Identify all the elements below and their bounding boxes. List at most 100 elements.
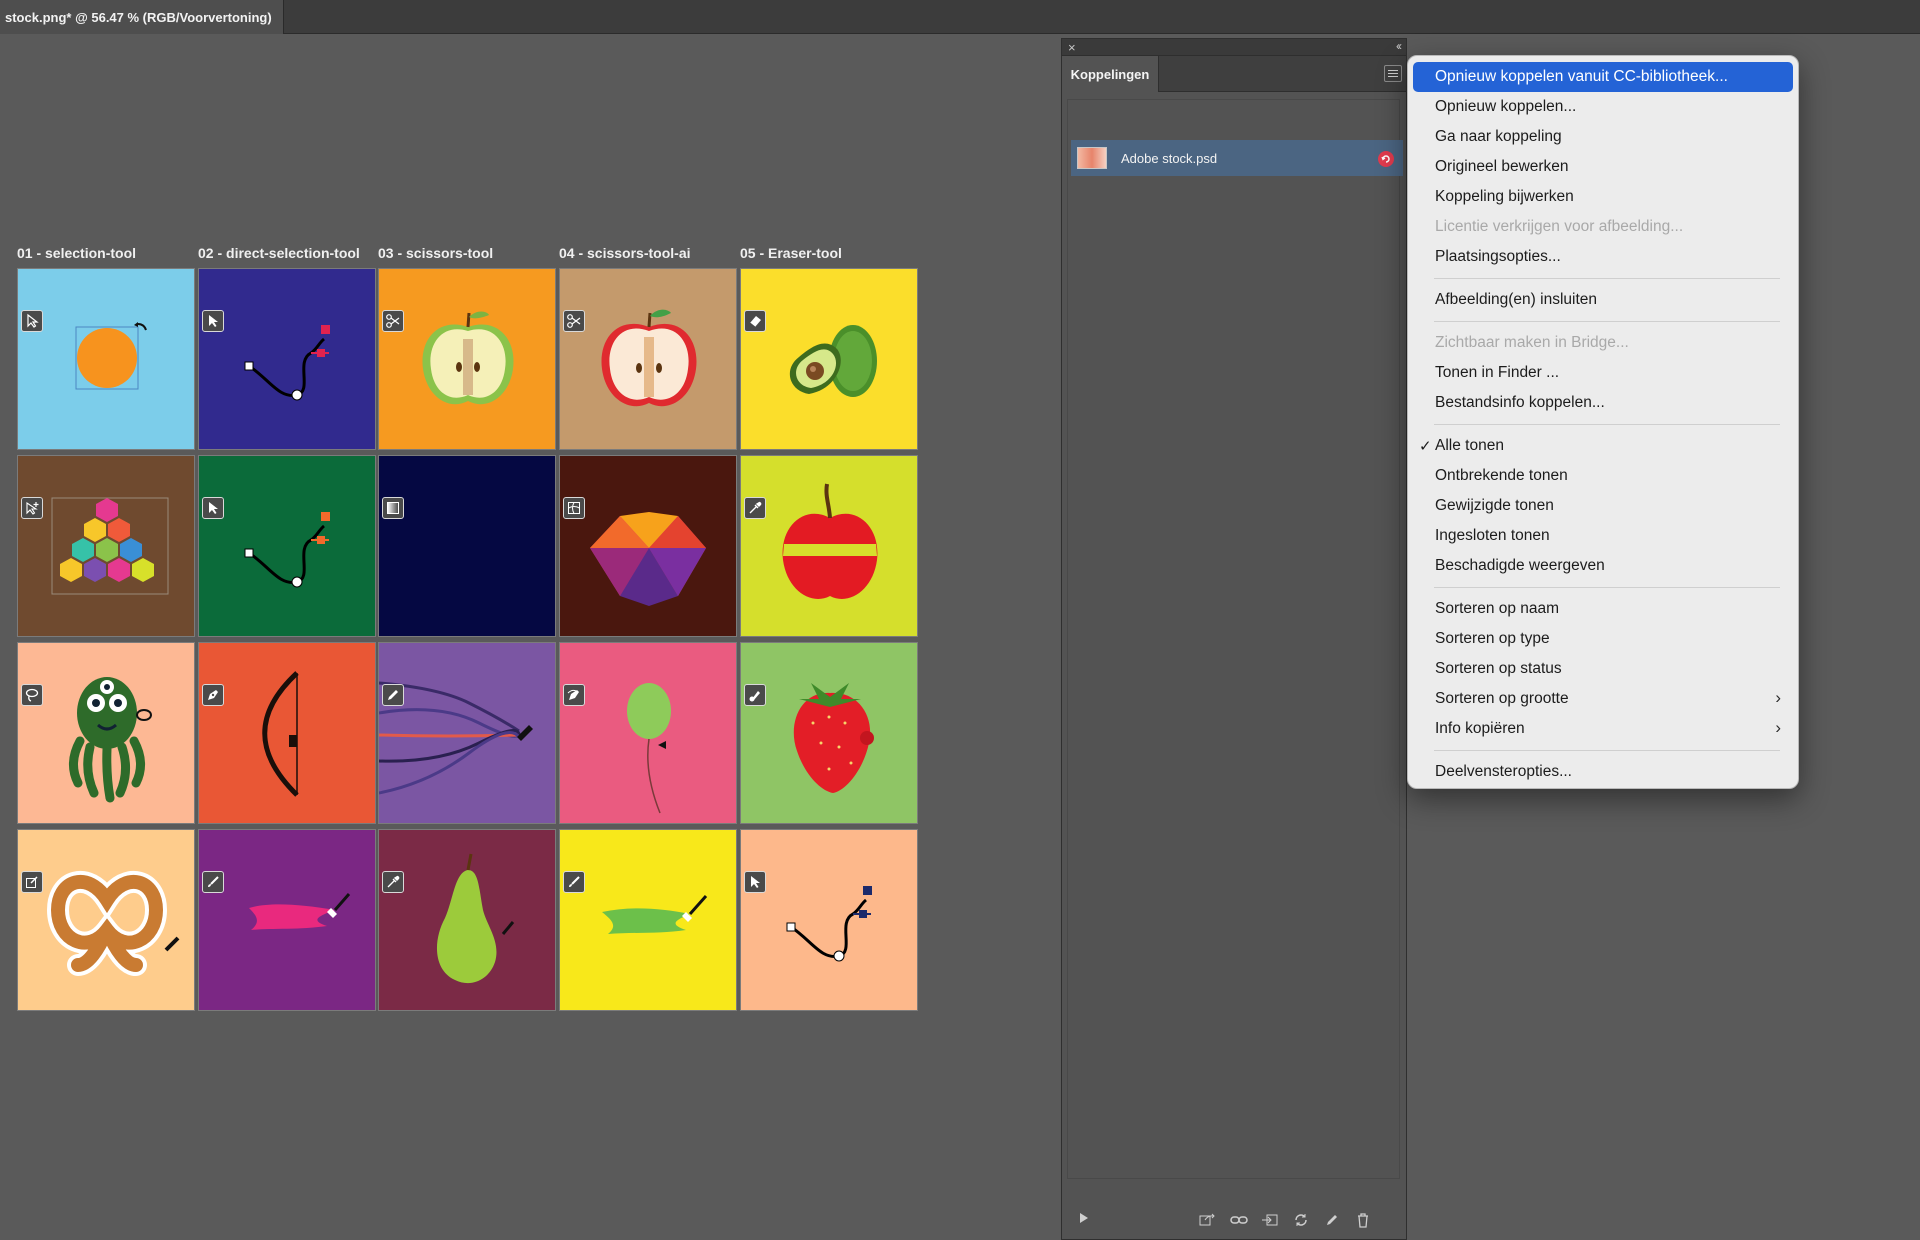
tile-eyedropper-apple[interactable] bbox=[740, 455, 918, 637]
pretzel-illustration bbox=[46, 870, 180, 976]
menu-separator bbox=[1434, 321, 1780, 322]
tile-paintbrush-green[interactable] bbox=[559, 829, 737, 1011]
tile-shaper-pretzel[interactable] bbox=[17, 829, 195, 1011]
lasso-tool-icon bbox=[21, 684, 43, 706]
menu-item-show-modified[interactable]: Gewijzigde tonen bbox=[1413, 491, 1793, 521]
column-label: 05 - Eraser-tool bbox=[740, 245, 842, 261]
bezier-path-illustration bbox=[244, 325, 330, 401]
links-context-menu: Opnieuw koppelen vanuit CC-bibliotheek..… bbox=[1407, 55, 1799, 789]
tile-mesh-gem[interactable] bbox=[559, 455, 737, 637]
link-thumbnail bbox=[1077, 147, 1107, 169]
panel-title-strip: × ‹‹ bbox=[1062, 39, 1406, 56]
menu-separator bbox=[1434, 750, 1780, 751]
trash-icon[interactable] bbox=[1354, 1211, 1372, 1229]
pencil-tool-icon bbox=[382, 684, 404, 706]
modified-link-icon bbox=[1378, 151, 1394, 167]
tile-gradient-dark[interactable] bbox=[378, 455, 556, 637]
panel-menu-icon[interactable] bbox=[1384, 65, 1402, 82]
menu-item-show-embedded[interactable]: Ingesloten tonen bbox=[1413, 521, 1793, 551]
menu-item-placement-options[interactable]: Plaatsingsopties... bbox=[1413, 242, 1793, 272]
tile-scissors-apple-half[interactable] bbox=[378, 268, 556, 450]
chevron-right-icon: › bbox=[1775, 688, 1781, 707]
close-icon[interactable]: × bbox=[1068, 40, 1076, 55]
tile-blob-brush-strawberry[interactable] bbox=[740, 642, 918, 824]
tile-direct-selection-path[interactable] bbox=[198, 268, 376, 450]
tile-selection-orange-circle[interactable] bbox=[17, 268, 195, 450]
tile-curvature-balloon[interactable] bbox=[559, 642, 737, 824]
menu-item-reveal-in-bridge: Zichtbaar maken in Bridge... bbox=[1413, 328, 1793, 358]
checkmark-icon: ✓ bbox=[1419, 438, 1432, 455]
relink-icon[interactable] bbox=[1230, 1211, 1248, 1229]
curvature-tool-icon bbox=[563, 684, 585, 706]
menu-item-relink[interactable]: Opnieuw koppelen... bbox=[1413, 92, 1793, 122]
shaper-tool-icon bbox=[21, 871, 43, 893]
link-name: Adobe stock.psd bbox=[1121, 150, 1218, 166]
menu-item-label: Zichtbaar maken in Bridge... bbox=[1435, 334, 1629, 351]
paintbrush-tool-icon bbox=[563, 871, 585, 893]
menu-item-show-corrupted[interactable]: Beschadigde weergeven bbox=[1413, 551, 1793, 581]
menu-item-reveal-in-finder[interactable]: Tonen in Finder ... bbox=[1413, 358, 1793, 388]
tile-paintbrush-pink[interactable] bbox=[198, 829, 376, 1011]
tile-eraser-avocado[interactable] bbox=[740, 268, 918, 450]
update-link-icon[interactable] bbox=[1292, 1211, 1310, 1229]
menu-item-relink-from-cc-library[interactable]: Opnieuw koppelen vanuit CC-bibliotheek..… bbox=[1413, 62, 1793, 92]
collapse-panel-icon[interactable]: ‹‹ bbox=[1396, 39, 1402, 53]
menu-item-sort-by-name[interactable]: Sorteren op naam bbox=[1413, 594, 1793, 624]
mesh-tool-icon bbox=[563, 497, 585, 519]
go-to-link-icon[interactable] bbox=[1261, 1211, 1279, 1229]
tile-scissors-ai-apple[interactable] bbox=[559, 268, 737, 450]
document-tab[interactable]: stock.png* @ 56.47 % (RGB/Voorvertoning) bbox=[0, 0, 284, 34]
links-panel: × ‹‹ Koppelingen Adobe stock.psd bbox=[1061, 38, 1407, 1240]
low-poly-gem-illustration bbox=[590, 512, 706, 606]
link-row[interactable]: Adobe stock.psd bbox=[1071, 140, 1403, 176]
menu-item-show-all[interactable]: ✓ Alle tonen bbox=[1413, 431, 1793, 461]
menu-separator bbox=[1434, 424, 1780, 425]
tab-links[interactable]: Koppelingen bbox=[1062, 56, 1159, 92]
menu-item-label: Info kopiëren bbox=[1435, 720, 1525, 737]
menu-separator bbox=[1434, 587, 1780, 588]
menu-item-show-missing[interactable]: Ontbrekende tonen bbox=[1413, 461, 1793, 491]
document-canvas[interactable]: 01 - selection-tool 02 - direct-selectio… bbox=[0, 34, 1060, 1240]
tile-direct-selection-peach[interactable] bbox=[740, 829, 918, 1011]
tile-group-selection-hexagons[interactable] bbox=[17, 455, 195, 637]
document-tab-bar: stock.png* @ 56.47 % (RGB/Voorvertoning) bbox=[0, 0, 1920, 34]
menu-item-label: Afbeelding(en) insluiten bbox=[1435, 291, 1597, 308]
pencil-lines-illustration bbox=[379, 681, 533, 795]
edit-original-icon[interactable] bbox=[1323, 1211, 1341, 1229]
menu-item-label: Sorteren op status bbox=[1435, 660, 1562, 677]
menu-item-label: Opnieuw koppelen... bbox=[1435, 98, 1577, 115]
scissors-ai-tool-icon bbox=[563, 310, 585, 332]
menu-item-license-image: Licentie verkrijgen voor afbeelding... bbox=[1413, 212, 1793, 242]
expand-link-info-icon[interactable] bbox=[1079, 1211, 1089, 1229]
menu-item-link-file-info[interactable]: Bestandsinfo koppelen... bbox=[1413, 388, 1793, 418]
menu-item-label: Gewijzigde tonen bbox=[1435, 497, 1554, 514]
menu-item-edit-original[interactable]: Origineel bewerken bbox=[1413, 152, 1793, 182]
menu-item-go-to-link[interactable]: Ga naar koppeling bbox=[1413, 122, 1793, 152]
balloon-illustration bbox=[627, 683, 671, 814]
menu-item-panel-options[interactable]: Deelvensteropties... bbox=[1413, 757, 1793, 787]
menu-item-sort-by-status[interactable]: Sorteren op status bbox=[1413, 654, 1793, 684]
menu-item-label: Tonen in Finder ... bbox=[1435, 364, 1560, 381]
strawberry-illustration bbox=[793, 683, 874, 793]
column-label: 03 - scissors-tool bbox=[378, 245, 494, 261]
column-label: 01 - selection-tool bbox=[17, 245, 137, 261]
eyedropper-tool-icon bbox=[744, 497, 766, 519]
tile-eyedropper-pear[interactable] bbox=[378, 829, 556, 1011]
chevron-right-icon: › bbox=[1775, 718, 1781, 737]
relink-cc-library-icon[interactable] bbox=[1199, 1211, 1217, 1229]
direct-selection-tool-icon bbox=[202, 310, 224, 332]
tile-lasso-octopus[interactable] bbox=[17, 642, 195, 824]
tile-pencil-lines[interactable] bbox=[378, 642, 556, 824]
bow-illustration bbox=[262, 671, 299, 797]
menu-separator bbox=[1434, 278, 1780, 279]
menu-item-sort-by-size[interactable]: Sorteren op grootte › bbox=[1413, 684, 1793, 714]
tile-pen-bow[interactable] bbox=[198, 642, 376, 824]
menu-item-update-link[interactable]: Koppeling bijwerken bbox=[1413, 182, 1793, 212]
menu-item-label: Sorteren op naam bbox=[1435, 600, 1560, 617]
menu-item-sort-by-type[interactable]: Sorteren op type bbox=[1413, 624, 1793, 654]
menu-item-embed-images[interactable]: Afbeelding(en) insluiten bbox=[1413, 285, 1793, 315]
panel-tab-row: Koppelingen bbox=[1062, 56, 1406, 92]
octopus-illustration bbox=[69, 677, 152, 803]
menu-item-copy-info[interactable]: Info kopiëren › bbox=[1413, 714, 1793, 744]
tile-direct-selection-green[interactable] bbox=[198, 455, 376, 637]
